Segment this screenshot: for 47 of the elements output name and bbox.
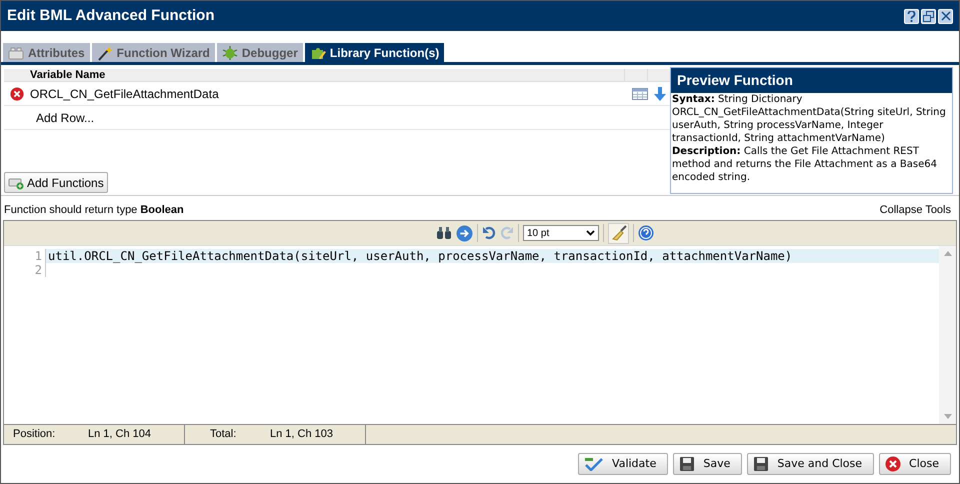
tab[interactable]: Debugger bbox=[216, 43, 303, 62]
tab[interactable]: Function Wizard bbox=[92, 43, 215, 62]
close-button[interactable] bbox=[938, 8, 953, 24]
help-button[interactable] bbox=[904, 8, 919, 24]
tab[interactable]: Attributes bbox=[3, 43, 90, 62]
dialog-button[interactable]: Save bbox=[673, 453, 742, 475]
scroll-down-icon bbox=[944, 414, 952, 419]
position-value: Ln 1, Ch 104 bbox=[88, 427, 151, 442]
table-icon[interactable] bbox=[632, 88, 648, 100]
line-number: 2 bbox=[4, 263, 46, 277]
collapse-tools-link[interactable]: Collapse Tools bbox=[880, 202, 951, 218]
help-icon bbox=[907, 10, 916, 22]
syntax-text: Syntax: String Dictionary ORCL_CN_GetFileAttachmentData(String siteUrl, String userAuth, String processVarName, Integer transactionId, String attachmentVarName) bbox=[672, 93, 947, 145]
add-row-link[interactable]: Add Row... bbox=[36, 108, 94, 126]
error-icon bbox=[885, 456, 902, 472]
bricks-icon bbox=[8, 46, 24, 60]
binoculars-icon[interactable] bbox=[436, 226, 452, 240]
spellcheck-icon bbox=[584, 457, 604, 471]
scroll-up-icon bbox=[944, 251, 952, 256]
total-label: Total: bbox=[210, 427, 238, 442]
restore-button[interactable] bbox=[921, 8, 936, 24]
font-size-select[interactable]: 10 pt bbox=[523, 225, 599, 241]
column-header: Variable Name bbox=[30, 69, 106, 81]
position-label: Position: bbox=[13, 427, 56, 442]
total-value: Ln 1, Ch 103 bbox=[270, 427, 333, 442]
undo-icon[interactable] bbox=[482, 226, 496, 240]
scrollbar[interactable] bbox=[939, 246, 956, 424]
chevron-icon bbox=[586, 230, 595, 236]
restore-icon bbox=[923, 10, 934, 22]
wand-icon bbox=[96, 44, 113, 60]
return-type-text: Function should return type Boolean bbox=[4, 202, 184, 218]
tab[interactable]: Library Function(s) bbox=[304, 43, 444, 62]
close-icon bbox=[940, 11, 950, 21]
down-arrow-icon[interactable] bbox=[654, 86, 666, 100]
window-title: Edit BML Advanced Function bbox=[7, 6, 215, 26]
table-cell-text: ORCL_CN_GetFileAttachmentData bbox=[30, 86, 220, 102]
dialog-button[interactable]: Save and Close bbox=[747, 453, 874, 475]
format-button[interactable] bbox=[608, 222, 629, 244]
preview-title: Preview Function bbox=[677, 71, 793, 90]
go-to-icon[interactable] bbox=[456, 224, 473, 242]
description-text: Description: Calls the Get File Attachment REST method and returns the File Attachment as a Base64 encoded string. bbox=[672, 145, 938, 184]
help-icon[interactable] bbox=[638, 225, 654, 241]
add-functions-button[interactable]: Add Functions bbox=[4, 172, 108, 193]
bug-icon bbox=[222, 44, 238, 60]
broom-icon bbox=[610, 225, 626, 241]
dialog-button[interactable]: Validate bbox=[578, 453, 668, 475]
dialog-button[interactable]: Close bbox=[879, 453, 951, 475]
